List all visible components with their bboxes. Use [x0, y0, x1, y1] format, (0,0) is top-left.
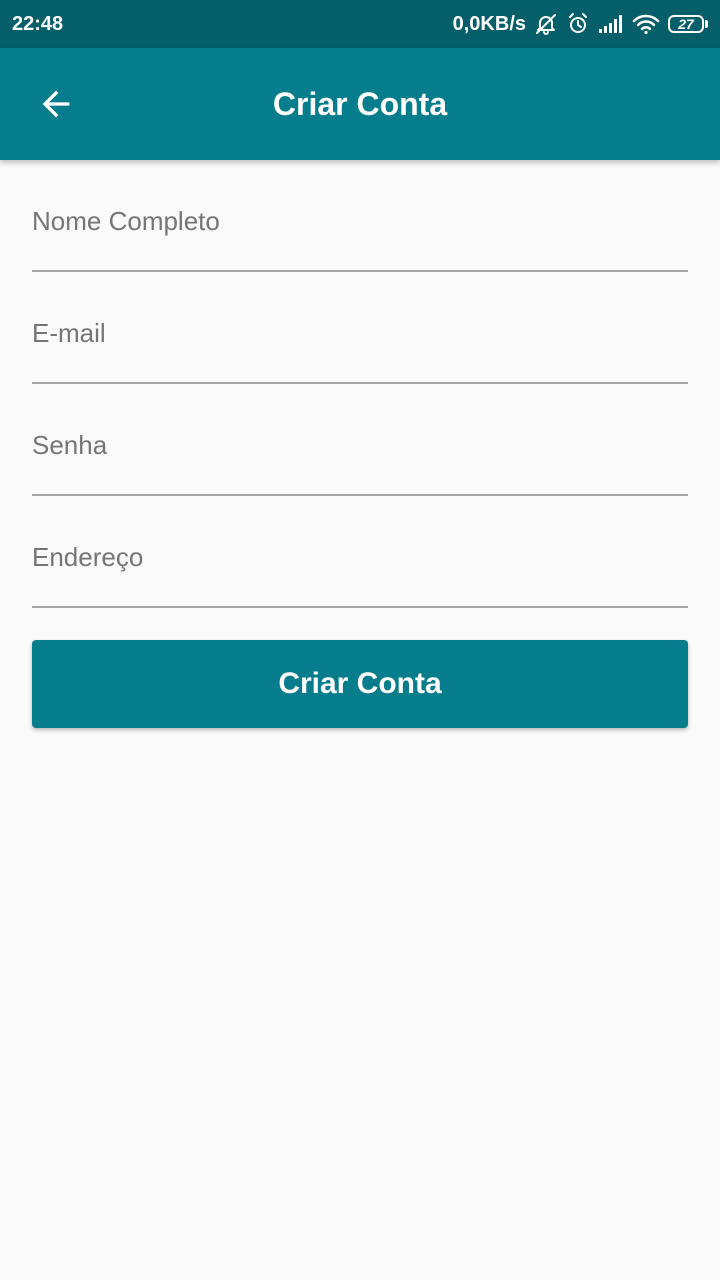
address-input[interactable] [32, 526, 688, 606]
full-name-field [32, 190, 688, 272]
alarm-clock-icon [566, 12, 590, 36]
page-title: Criar Conta [272, 86, 448, 122]
full-name-input[interactable] [32, 190, 688, 270]
arrow-left-icon [42, 90, 70, 118]
password-field [32, 414, 688, 496]
status-time: 22:48 [12, 12, 64, 35]
cell-signal-icon [598, 14, 624, 34]
email-input[interactable] [32, 302, 688, 382]
app-bar: Criar Conta [0, 48, 720, 160]
battery-tip [705, 20, 708, 28]
battery-level: 27 [668, 15, 704, 33]
status-icons: 0,0KB/s 27 [453, 12, 708, 36]
back-button[interactable] [24, 72, 88, 136]
create-account-button[interactable]: Criar Conta [32, 640, 688, 728]
battery-icon: 27 [668, 15, 708, 33]
password-input[interactable] [32, 414, 688, 494]
status-bar: 22:48 0,0KB/s 27 [0, 0, 720, 48]
address-field [32, 526, 688, 608]
network-speed: 0,0KB/s [452, 12, 526, 35]
muted-bell-icon [534, 12, 558, 36]
wifi-icon [632, 13, 660, 35]
email-field [32, 302, 688, 384]
